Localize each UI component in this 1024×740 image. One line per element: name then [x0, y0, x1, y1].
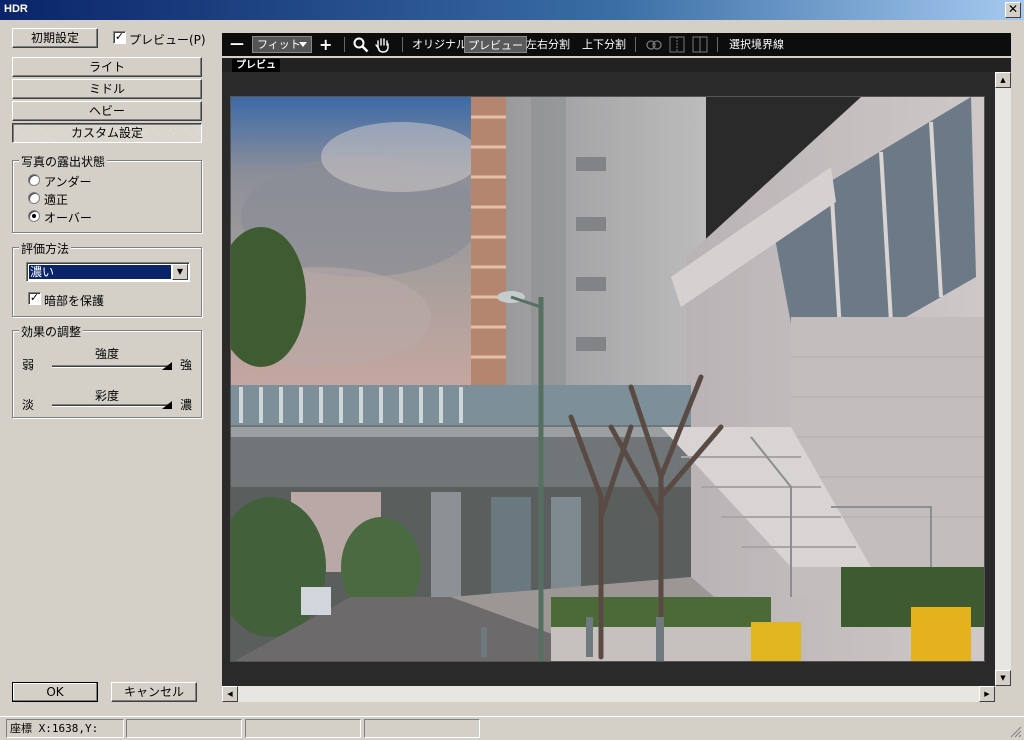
evaluation-group: 評価方法	[12, 240, 202, 317]
reset-button[interactable]: 初期設定	[12, 28, 98, 48]
hand-icon[interactable]	[374, 36, 392, 54]
toolbar-divider	[402, 37, 403, 52]
strength-label: 強度	[95, 347, 120, 361]
horizontal-scrollbar[interactable]: ◀ ▶	[222, 686, 995, 702]
scroll-left-button[interactable]: ◀	[222, 686, 238, 702]
toolbar-divider	[344, 37, 345, 52]
preset-light-button[interactable]: ライト	[12, 57, 202, 77]
ok-button[interactable]: OK	[12, 682, 98, 702]
original-button[interactable]: オリジナル	[412, 36, 467, 53]
preset-custom-button[interactable]: カスタム設定	[12, 123, 202, 143]
preset-heavy-button[interactable]: ヘビー	[12, 101, 202, 121]
scroll-down-button[interactable]: ▼	[995, 670, 1011, 686]
saturation-min-label: 淡	[22, 398, 35, 412]
close-button[interactable]: ✕	[1005, 2, 1021, 18]
saturation-max-label: 濃	[180, 398, 193, 412]
saturation-slider-thumb[interactable]	[162, 401, 172, 409]
scroll-right-button[interactable]: ▶	[979, 686, 995, 702]
strength-slider-thumb[interactable]	[162, 362, 172, 370]
tab-preview[interactable]: プレビュー	[232, 59, 280, 84]
saturation-slider[interactable]	[52, 404, 172, 407]
toolbar-divider	[635, 37, 636, 52]
status-cell	[126, 719, 242, 738]
arrow-up-icon: ▲	[1000, 76, 1006, 84]
title-bar: HDR ✕	[0, 0, 1024, 20]
radio-proper[interactable]	[28, 192, 40, 204]
preview-checkbox[interactable]: ✓	[113, 31, 126, 44]
evaluation-select-value: 濃い	[29, 265, 171, 279]
status-cell	[245, 719, 361, 738]
saturation-label: 彩度	[95, 389, 120, 403]
arrow-left-icon: ◀	[227, 690, 233, 698]
protect-dark-checkbox[interactable]: ✓	[28, 292, 41, 305]
cancel-button[interactable]: キャンセル	[111, 682, 197, 702]
zoom-in-button[interactable]: +	[319, 36, 332, 53]
exposure-group: 写真の露出状態	[12, 153, 202, 233]
hdr-street-photo	[231, 97, 984, 661]
status-cell	[364, 719, 480, 738]
fit-dropdown[interactable]: フィット	[252, 36, 312, 53]
preview-checkbox-label: プレビュー(P)	[129, 33, 206, 47]
exposure-group-title: 写真の露出状態	[19, 153, 108, 170]
chevron-down-icon	[299, 42, 307, 47]
arrow-right-icon: ▶	[984, 690, 990, 698]
selection-border-button[interactable]: 選択境界線	[729, 36, 784, 53]
strength-slider[interactable]	[52, 365, 172, 368]
preview-image	[230, 96, 985, 662]
split-grid-icon[interactable]	[669, 36, 685, 53]
radio-under[interactable]	[28, 174, 40, 186]
split-tb-button[interactable]: 上下分割	[582, 36, 626, 53]
strength-min-label: 弱	[22, 358, 35, 372]
chevron-down-icon[interactable]: ▼	[172, 264, 188, 280]
tab-bar: プレビュー	[222, 58, 1011, 84]
resize-grip-icon[interactable]	[1010, 726, 1022, 738]
toolbar: — フィット + オリジナル プレビュー 左右分割 上下分割 選択境界線	[222, 33, 1011, 56]
radio-over[interactable]	[28, 210, 40, 222]
search-icon[interactable]	[353, 37, 369, 53]
evaluation-group-title: 評価方法	[19, 240, 72, 257]
zoom-out-button[interactable]: —	[230, 36, 244, 53]
radio-proper-label: 適正	[44, 193, 69, 207]
preset-middle-button[interactable]: ミドル	[12, 79, 202, 99]
radio-over-label: オーバー	[44, 211, 92, 225]
protect-dark-label: 暗部を保護	[44, 294, 105, 308]
toolbar-divider	[717, 37, 718, 52]
vertical-scrollbar[interactable]: ▲ ▼	[995, 72, 1011, 686]
preview-area	[222, 72, 995, 686]
arrow-down-icon: ▼	[1000, 674, 1006, 682]
window-title: HDR	[4, 3, 28, 15]
status-coordinates: 座標 X:1638,Y: -96	[6, 719, 124, 740]
fit-dropdown-value: フィット	[257, 38, 301, 51]
strength-max-label: 強	[180, 358, 193, 372]
radio-under-label: アンダー	[44, 175, 92, 189]
preview-button[interactable]: プレビュー	[464, 36, 527, 53]
status-bar: 座標 X:1638,Y: -96	[0, 716, 1024, 740]
effect-group-title: 効果の調整	[19, 323, 84, 340]
evaluation-select[interactable]: 濃い ▼	[26, 262, 190, 282]
scroll-up-button[interactable]: ▲	[995, 72, 1011, 88]
split-view-icon[interactable]	[692, 36, 708, 53]
split-lr-button[interactable]: 左右分割	[526, 36, 570, 53]
close-icon: ✕	[1007, 2, 1019, 16]
link-icon[interactable]	[646, 39, 662, 51]
